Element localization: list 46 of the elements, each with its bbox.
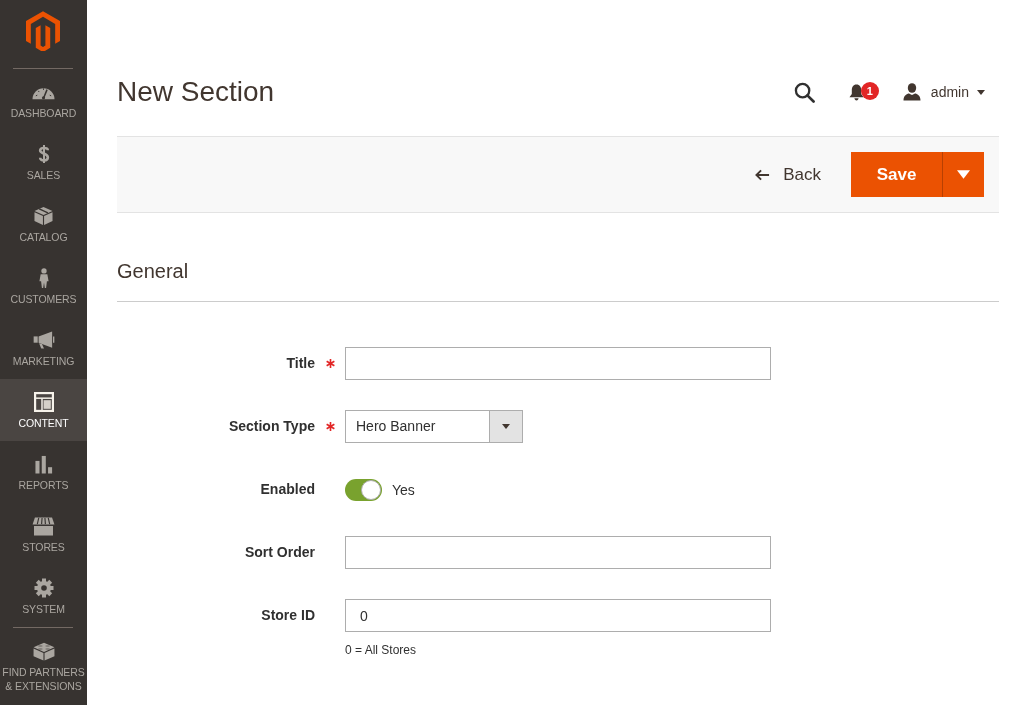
section-title: General: [117, 257, 999, 302]
text-input[interactable]: [345, 347, 771, 380]
sidebar-menu-item[interactable]: SYSTEM: [0, 565, 87, 627]
text-input[interactable]: [345, 536, 771, 569]
save-options-button[interactable]: [942, 152, 984, 197]
caret-icon: [957, 170, 970, 179]
sidebar-menu-item[interactable]: FIND PARTNERS & EXTENSIONS: [0, 628, 87, 693]
search-icon[interactable]: [793, 81, 815, 103]
page-title: New Section: [117, 76, 275, 108]
sidebar-menu-item[interactable]: CATALOG: [0, 193, 87, 255]
notification-count[interactable]: 1: [860, 81, 879, 100]
megaphone-icon: [32, 331, 55, 349]
user-menu-button[interactable]: admin: [902, 83, 985, 101]
field-label: Store ID: [261, 606, 315, 625]
bell-icon[interactable]: [848, 83, 864, 101]
sidebar-menu-item[interactable]: SALES: [0, 131, 87, 193]
sidebar-menu-item[interactable]: DASHBOARD: [0, 69, 87, 131]
field-label: Section Type: [228, 417, 315, 436]
field-label: Sort Order: [245, 543, 315, 562]
sidebar-menu-item[interactable]: REPORTS: [0, 441, 87, 503]
save-button[interactable]: Save: [851, 152, 942, 197]
dollar-icon: [37, 144, 50, 164]
bar-chart-icon: [34, 454, 53, 474]
layout-icon: [33, 392, 54, 412]
field-note: 0 = All Stores: [345, 643, 417, 658]
box-icon: [34, 206, 53, 226]
user-icon: [902, 83, 921, 101]
sidebar-menu-item[interactable]: MARKETING: [0, 317, 87, 379]
back-button[interactable]: Back: [755, 164, 821, 185]
logo-icon[interactable]: [26, 11, 60, 51]
sidebar-menu-item[interactable]: CONTENT: [0, 379, 87, 441]
brick-icon: [32, 641, 55, 661]
select-field[interactable]: Hero Banner: [345, 410, 523, 443]
field-label: Enabled: [260, 480, 315, 499]
person-icon: [38, 267, 49, 289]
field-label: Title: [286, 354, 315, 373]
storefront-icon: [32, 516, 55, 536]
toggle-value: Yes: [392, 481, 415, 498]
caret-icon: [977, 89, 985, 95]
left-arrow-icon: [755, 168, 771, 181]
caret-icon: [502, 424, 510, 429]
sidebar-menu-item[interactable]: CUSTOMERS: [0, 255, 87, 317]
toggle-switch[interactable]: [345, 478, 382, 501]
text-input[interactable]: 0: [345, 599, 771, 632]
gear-icon: [33, 578, 54, 598]
sidebar-menu-item[interactable]: STORES: [0, 503, 87, 565]
